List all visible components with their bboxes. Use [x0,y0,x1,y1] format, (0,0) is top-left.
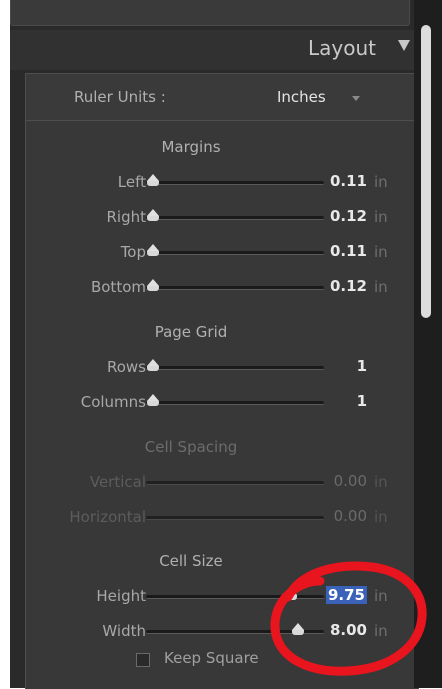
cell-width-slider[interactable] [146,623,324,635]
slider-thumb[interactable] [291,623,305,637]
grid-rows-slider[interactable] [146,359,324,371]
margin-right-slider[interactable] [146,209,324,221]
spacing-horizontal-value: 0.00 [333,507,367,525]
cell-width-unit: in [374,622,388,640]
grid-columns-label: Columns [80,393,146,411]
keep-square-checkbox[interactable] [136,653,150,667]
cell-height-value[interactable]: 9.75 [322,586,367,604]
grid-rows-row: Rows 1 [26,356,418,380]
cell-width-row: Width 8.00 in [26,620,418,644]
slider-thumb[interactable] [146,174,160,188]
margin-bottom-row: Bottom 0.12 in [26,276,418,300]
margin-left-slider[interactable] [146,174,324,186]
margin-left-label: Left [117,173,146,191]
layout-panel-body: Ruler Units : Inches Margins Left 0.11 i… [25,73,419,689]
ruler-units-label: Ruler Units : [74,88,166,106]
spacing-horizontal-unit: in [374,508,388,526]
cell-height-slider[interactable] [146,588,324,600]
panel-title: Layout [308,36,376,60]
spacing-vertical-row: Vertical 0.00 in [26,471,418,495]
cell-height-label: Height [96,587,146,605]
slider-thumb[interactable] [284,588,298,602]
margin-left-unit: in [374,173,388,191]
margin-right-label: Right [106,208,147,226]
margin-right-unit: in [374,208,388,226]
layout-panel-header[interactable]: Layout [10,30,420,70]
cell-width-label: Width [102,622,146,640]
spacing-horizontal-slider [146,516,324,520]
slider-thumb[interactable] [146,209,160,223]
slider-thumb[interactable] [146,244,160,258]
grid-rows-label: Rows [106,358,146,376]
grid-columns-row: Columns 1 [26,391,418,415]
cell-width-value[interactable]: 8.00 [322,621,367,639]
margin-top-slider[interactable] [146,244,324,256]
previous-panel-section [10,0,410,26]
spacing-vertical-label: Vertical [89,473,146,491]
grid-columns-value[interactable]: 1 [322,392,367,410]
scrollbar-thumb[interactable] [421,25,431,318]
margin-top-unit: in [374,243,388,261]
ruler-units-dropdown[interactable]: Inches [277,88,326,106]
collapse-triangle-icon[interactable] [398,40,410,51]
spacing-vertical-value: 0.00 [333,472,367,490]
layout-panel-frame: Layout Ruler Units : Inches Margins Left… [10,0,420,689]
margin-bottom-unit: in [374,278,388,296]
spacing-horizontal-row: Horizontal 0.00 in [26,506,418,530]
margin-left-row: Left 0.11 in [26,171,418,195]
slider-thumb[interactable] [146,279,160,293]
page-grid-section-title: Page Grid [154,323,228,341]
margin-bottom-value[interactable]: 0.12 [322,277,367,295]
ruler-units-row: Ruler Units : Inches [26,74,418,121]
margin-bottom-label: Bottom [90,278,146,296]
dropdown-arrow-icon[interactable] [352,96,360,101]
margin-top-row: Top 0.11 in [26,241,418,265]
margin-top-value[interactable]: 0.11 [322,242,367,260]
spacing-vertical-unit: in [374,473,388,491]
cell-height-unit: in [374,587,388,605]
cell-height-row: Height 9.75 in [26,585,418,609]
cell-size-section-title: Cell Size [159,552,223,570]
margin-right-row: Right 0.12 in [26,206,418,230]
slider-thumb[interactable] [146,394,160,408]
margin-left-value[interactable]: 0.11 [322,172,367,190]
cell-height-value-text[interactable]: 9.75 [325,586,367,604]
grid-columns-slider[interactable] [146,394,324,406]
keep-square-label: Keep Square [164,649,259,667]
spacing-vertical-slider [146,481,324,485]
margin-bottom-slider[interactable] [146,279,324,291]
grid-rows-value[interactable]: 1 [322,357,367,375]
cell-spacing-section-title: Cell Spacing [144,438,238,456]
margins-section-title: Margins [161,138,221,156]
margin-top-label: Top [120,243,146,261]
slider-thumb[interactable] [146,359,160,373]
spacing-horizontal-label: Horizontal [69,508,146,526]
panel-scrollbar[interactable] [414,0,442,688]
margin-right-value[interactable]: 0.12 [322,207,367,225]
